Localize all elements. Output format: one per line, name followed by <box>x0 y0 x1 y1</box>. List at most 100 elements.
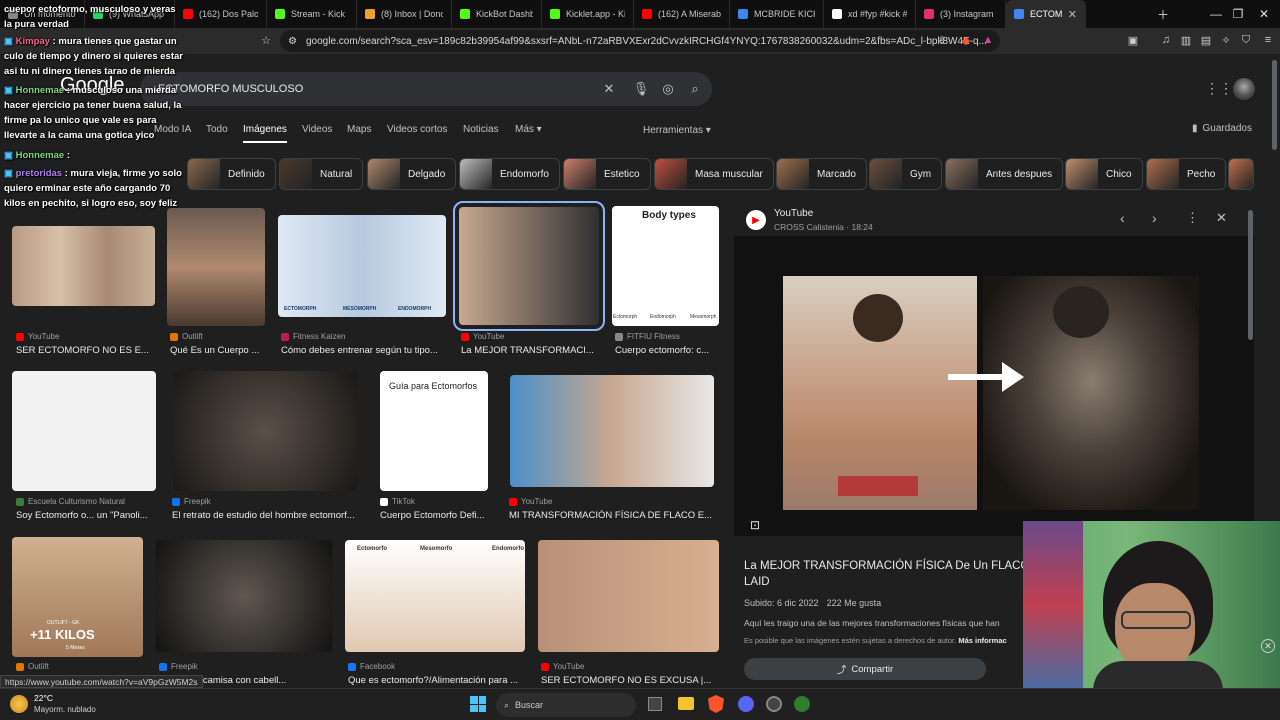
result-image[interactable] <box>612 206 719 326</box>
tab-maps[interactable]: Maps <box>347 124 371 135</box>
result-source[interactable]: YouTube <box>16 332 59 341</box>
panel-scrollbar[interactable] <box>1248 210 1253 340</box>
filter-chip[interactable]: Masa muscular <box>654 158 774 190</box>
wallet-icon[interactable]: ▤ <box>1198 32 1214 48</box>
filter-chip[interactable]: Chico <box>1065 158 1143 190</box>
result-caption[interactable]: Que es ectomorfo?/Alimentación para ... <box>348 675 518 686</box>
panel-title[interactable]: La MEJOR TRANSFORMACIÓN FÍSICA De Un FLA… <box>744 558 1034 590</box>
filter-chip[interactable]: Estetico <box>563 158 651 190</box>
filter-chip[interactable]: Gym <box>869 158 943 190</box>
browser-tab[interactable]: Kicklet.app - Kick <box>542 0 634 28</box>
search-input[interactable]: ECTOMORFO MUSCULOSO <box>140 72 712 106</box>
filter-chip[interactable]: Endomorfo <box>459 158 560 190</box>
result-image[interactable] <box>345 540 525 652</box>
browser-tab[interactable]: ECTOMORFO ✕ <box>1006 0 1086 28</box>
browser-tab[interactable]: xd #fyp #kick #m <box>824 0 916 28</box>
result-source[interactable]: TikTok <box>380 497 415 506</box>
result-caption[interactable]: MI TRANSFORMACIÓN FÍSICA DE FLACO E... <box>509 510 712 521</box>
search-icon[interactable]: ⌕ <box>686 80 704 98</box>
task-view-icon[interactable] <box>648 697 662 711</box>
new-tab-icon[interactable]: ＋ <box>1145 0 1181 28</box>
screenshot-icon[interactable]: ▣ <box>1125 32 1141 48</box>
lens-search-icon[interactable]: ⊡ <box>750 518 760 532</box>
discord-icon[interactable] <box>738 696 754 712</box>
result-caption[interactable]: Qué Es un Cuerpo ... <box>170 345 259 356</box>
result-source[interactable]: Freepik <box>172 497 211 506</box>
prev-icon[interactable]: ‹ <box>1120 210 1125 226</box>
browser-tab[interactable]: KickBot Dashboa <box>452 0 542 28</box>
address-bar[interactable]: ⚙ google.com/search?sca_esv=189c82b39954… <box>280 30 1000 52</box>
tab-videos-cortos[interactable]: Videos cortos <box>387 124 447 135</box>
share-button[interactable]: ⤴ Compartir <box>744 658 986 680</box>
more-info-link[interactable]: Más informac <box>958 636 1006 645</box>
result-source[interactable]: YouTube <box>509 497 552 506</box>
bookmark-icon[interactable]: ☆ <box>258 32 274 48</box>
share-icon[interactable]: ⇪ <box>934 32 950 48</box>
result-caption[interactable]: Cómo debes entrenar según tu tipo... <box>281 345 438 356</box>
lens-icon[interactable]: ◎ <box>659 80 677 98</box>
more-options-icon[interactable]: ⋮ <box>1186 210 1199 226</box>
brave-shield-icon[interactable]: ◆ <box>958 32 974 48</box>
filter-chip[interactable]: Definido <box>187 158 276 190</box>
close-window-icon[interactable]: ✕ <box>1246 0 1280 28</box>
filter-chip[interactable]: Delgado <box>367 158 457 190</box>
result-source[interactable]: YouTube <box>541 662 584 671</box>
filter-chip[interactable]: Natural <box>279 158 364 190</box>
result-caption[interactable]: Cuerpo Ectomorfo Defi... <box>380 510 485 521</box>
result-image[interactable] <box>156 540 332 652</box>
result-image[interactable] <box>12 226 155 306</box>
sidebar-icon[interactable]: ▥ <box>1178 32 1194 48</box>
filter-chip-partial[interactable] <box>1228 158 1254 190</box>
brave-icon[interactable] <box>708 695 724 713</box>
weather-icon[interactable] <box>10 695 28 713</box>
result-caption[interactable]: Soy Ectomorfo o... un "Panoli... <box>16 510 148 521</box>
result-caption[interactable]: SER ECTOMORFO NO ES EXCUSA |... <box>541 675 711 686</box>
result-caption[interactable]: SER ECTOMORFO NO ES E... <box>16 345 149 356</box>
result-image[interactable] <box>167 208 265 326</box>
browser-tab[interactable]: MCBRIDE KICK - <box>730 0 824 28</box>
obs-icon[interactable] <box>766 696 782 712</box>
browser-tab[interactable]: Stream - Kick <box>267 0 357 28</box>
filter-chip[interactable]: Antes despues <box>945 158 1064 190</box>
tab-videos[interactable]: Videos <box>302 124 332 135</box>
tab-todo[interactable]: Todo <box>206 124 228 135</box>
result-caption[interactable]: La MEJOR TRANSFORMACI... <box>461 345 594 356</box>
result-source[interactable]: Escuela Culturismo Natural <box>16 497 125 506</box>
browser-tab[interactable]: (162) A Miserable <box>634 0 730 28</box>
browser-tab[interactable]: (8) Inbox | Donoc <box>357 0 452 28</box>
browser-tab[interactable]: (3) Instagram <box>916 0 1006 28</box>
result-image[interactable] <box>278 215 446 317</box>
result-image[interactable] <box>173 371 357 491</box>
tab-más[interactable]: Más ▾ <box>515 124 542 135</box>
leo-icon[interactable]: ✧ <box>1218 32 1234 48</box>
clear-icon[interactable]: ✕ <box>600 80 618 98</box>
result-source[interactable]: Outlift <box>170 332 203 341</box>
result-image[interactable] <box>510 375 714 487</box>
result-source[interactable]: YouTube <box>461 332 504 341</box>
result-source[interactable]: FITFIU Fitness <box>615 332 680 341</box>
result-source[interactable]: Freepik <box>159 662 198 671</box>
browser-tab[interactable]: (162) Dos Palo <box>175 0 267 28</box>
result-source[interactable]: Fitness Kaizen <box>281 332 345 341</box>
menu-icon[interactable]: ≡ <box>1260 32 1276 48</box>
filter-chip[interactable]: Pecho <box>1146 158 1227 190</box>
close-panel-icon[interactable]: ✕ <box>1216 210 1227 226</box>
result-image[interactable] <box>453 201 605 331</box>
tab-imágenes[interactable]: Imágenes <box>243 124 287 143</box>
apps-icon[interactable]: ⋮⋮ <box>1205 80 1233 97</box>
result-image[interactable] <box>12 371 156 491</box>
preview-image-frame[interactable] <box>734 236 1254 536</box>
result-caption[interactable]: Cuerpo ectomorfo: c... <box>615 345 709 356</box>
mic-icon[interactable]: 🎙 <box>632 80 650 98</box>
brave-rewards-icon[interactable]: ▲ <box>980 32 996 48</box>
panel-source[interactable]: YouTube <box>774 208 813 219</box>
next-icon[interactable]: › <box>1152 210 1157 226</box>
site-info-icon[interactable]: ⚙ <box>288 36 297 47</box>
media-icon[interactable]: ♫ <box>1158 32 1174 48</box>
taskbar-search[interactable]: ⌕ Buscar <box>496 693 636 717</box>
tab-noticias[interactable]: Noticias <box>463 124 499 135</box>
result-source[interactable]: Facebook <box>348 662 395 671</box>
result-image[interactable] <box>538 540 719 652</box>
start-icon[interactable] <box>470 696 486 712</box>
avatar[interactable] <box>1233 78 1255 100</box>
